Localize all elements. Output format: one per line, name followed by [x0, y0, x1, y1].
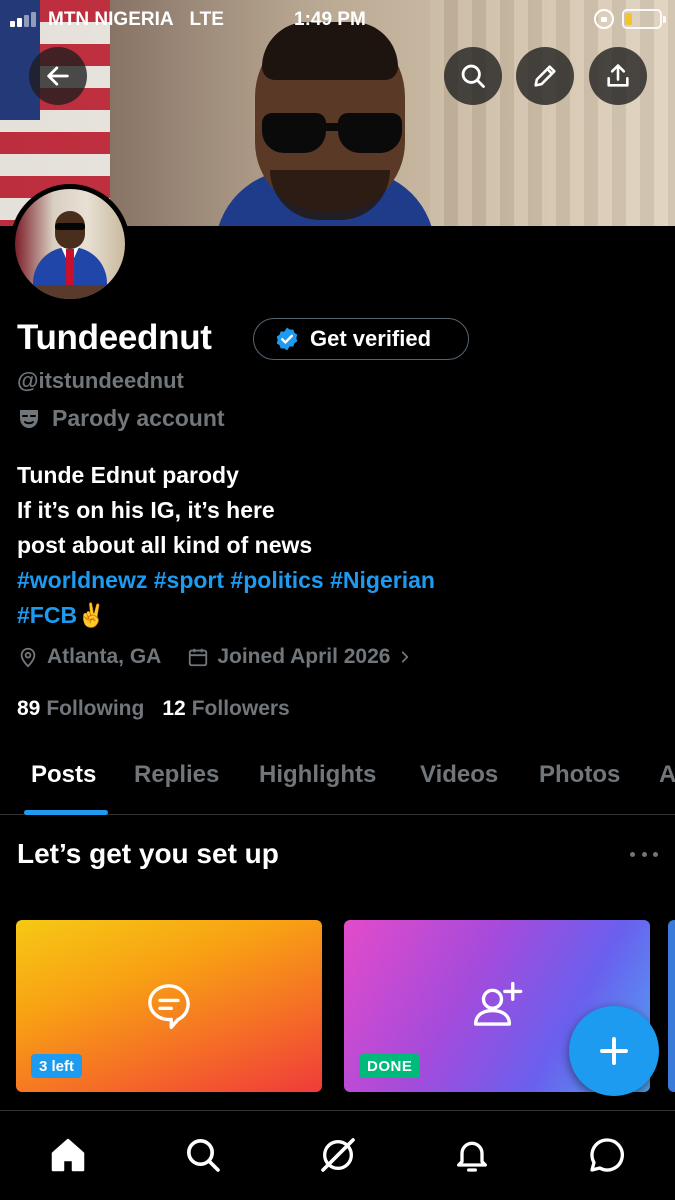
calendar-icon	[189, 648, 208, 667]
location-pin-icon	[20, 647, 36, 668]
following-label[interactable]: Following	[46, 697, 144, 721]
bio-line: If it’s on his IG, it’s here	[17, 497, 275, 523]
tab-videos[interactable]: Videos	[420, 761, 498, 789]
carrier-label: MTN NIGERIA LTE	[48, 9, 224, 30]
tab-articles[interactable]: A	[659, 761, 675, 789]
profile-name: Tundeednut	[17, 318, 212, 357]
rotation-lock-icon	[594, 9, 614, 29]
followers-count[interactable]: 12	[162, 697, 185, 721]
arrow-left-icon	[47, 66, 69, 86]
bio-hashtag-fcb[interactable]: #FCB	[17, 602, 77, 628]
bio-line: Tunde Ednut parody	[17, 462, 239, 488]
setup-title: Let’s get you set up	[17, 838, 279, 869]
tab-posts[interactable]: Posts	[31, 761, 96, 789]
bell-icon	[457, 1141, 487, 1172]
follow-stats: 89 Following 12 Followers	[17, 697, 308, 721]
active-tab-indicator	[24, 810, 108, 815]
home-icon	[51, 1138, 85, 1172]
status-bar: MTN NIGERIA LTE 1:49 PM	[0, 0, 675, 40]
back-button[interactable]	[29, 47, 87, 105]
add-person-icon	[473, 981, 523, 1026]
profile-tabs: Posts Replies Highlights Videos Photos A	[0, 745, 675, 815]
share-icon	[607, 64, 629, 87]
tab-replies[interactable]: Replies	[134, 761, 219, 789]
cards-left-badge: 3 left	[31, 1054, 83, 1078]
search-button[interactable]	[444, 47, 502, 105]
bio-hashtags[interactable]: #worldnewz #sport #politics #Nigerian	[17, 563, 435, 598]
avatar[interactable]	[10, 184, 130, 304]
edit-button[interactable]	[516, 47, 574, 105]
parody-label: Parody account	[17, 405, 225, 432]
parody-text: Parody account	[52, 405, 225, 431]
more-options-icon[interactable]	[630, 852, 658, 858]
get-verified-button[interactable]: Get verified	[253, 318, 469, 360]
bio-line: post about all kind of news	[17, 532, 313, 558]
profile-bio: Tunde Ednut parody If it’s on his IG, it…	[17, 458, 435, 633]
nav-home[interactable]	[46, 1133, 90, 1177]
location-item: Atlanta, GA	[17, 645, 161, 669]
victory-hand-emoji: ✌️	[77, 602, 106, 628]
plus-icon	[600, 1037, 628, 1065]
joined-text: Joined April 2026	[217, 645, 391, 668]
setup-card-post[interactable]: 3 left	[16, 920, 322, 1092]
done-badge: DONE	[359, 1054, 421, 1078]
banner-sunglasses	[262, 113, 402, 155]
speech-bubble-icon	[148, 984, 190, 1030]
joined-item[interactable]: Joined April 2026	[187, 645, 412, 669]
compose-button[interactable]	[569, 1006, 659, 1096]
verified-badge-icon	[276, 327, 298, 351]
tab-highlights[interactable]: Highlights	[259, 761, 376, 789]
pencil-icon	[534, 65, 556, 87]
nav-messages[interactable]	[585, 1133, 629, 1177]
signal-icon	[10, 9, 44, 27]
avatar-photo	[15, 189, 125, 299]
nav-grok[interactable]	[316, 1133, 360, 1177]
profile-handle: @itstundeednut	[17, 368, 184, 393]
search-icon	[461, 64, 485, 88]
following-count[interactable]: 89	[17, 697, 40, 721]
bottom-navigation	[0, 1110, 675, 1200]
chevron-right-icon	[402, 651, 409, 663]
mask-icon	[20, 409, 38, 428]
clock: 1:49 PM	[294, 9, 366, 30]
tab-photos[interactable]: Photos	[539, 761, 620, 789]
share-button[interactable]	[589, 47, 647, 105]
followers-label[interactable]: Followers	[192, 697, 290, 721]
battery-icon	[622, 9, 666, 29]
nav-search[interactable]	[181, 1133, 225, 1177]
location-text: Atlanta, GA	[47, 645, 162, 668]
profile-meta: Atlanta, GA Joined April 2026	[17, 645, 438, 669]
grok-icon	[321, 1138, 355, 1172]
setup-card-partial[interactable]	[668, 920, 675, 1092]
nav-notifications[interactable]	[450, 1133, 494, 1177]
get-verified-label: Get verified	[310, 326, 432, 351]
search-icon	[187, 1139, 220, 1172]
messages-icon	[590, 1138, 624, 1172]
